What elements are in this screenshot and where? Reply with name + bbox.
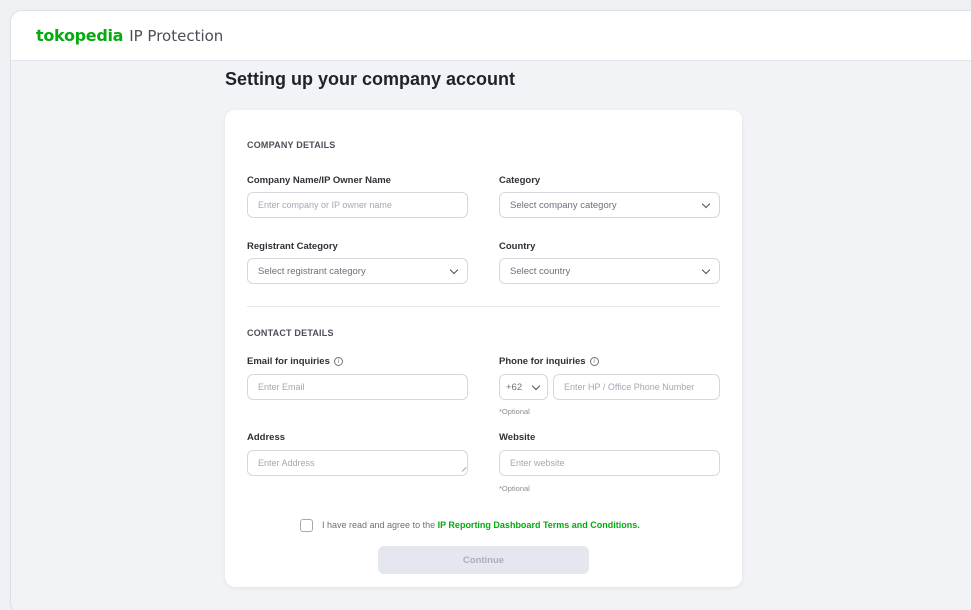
section-divider [247, 306, 720, 307]
email-input[interactable]: Enter Email [247, 374, 468, 400]
chevron-down-icon [449, 265, 459, 274]
continue-button[interactable]: Continue [378, 546, 589, 574]
website-input[interactable]: Enter website [499, 450, 720, 476]
phone-label: Phone for inquiries i [499, 356, 599, 367]
website-label: Website [499, 432, 536, 443]
chevron-down-icon [531, 381, 541, 390]
country-code-select[interactable]: +62 [499, 374, 548, 400]
address-label: Address [247, 432, 286, 443]
product-name: IP Protection [129, 26, 224, 45]
phone-input[interactable]: Enter HP / Office Phone Number [553, 374, 720, 400]
website-optional-note: *Optional [499, 484, 530, 493]
category-select[interactable]: Select company category [499, 192, 720, 218]
terms-agreement-text: I have read and agree to the IP Reportin… [322, 520, 640, 530]
category-label: Category [499, 175, 541, 186]
chevron-down-icon [701, 265, 711, 274]
terms-link[interactable]: IP Reporting Dashboard Terms and Conditi… [438, 520, 640, 530]
registrant-category-select[interactable]: Select registrant category [247, 258, 468, 284]
company-details-title: COMPANY DETAILS [247, 140, 336, 150]
info-icon[interactable]: i [589, 357, 599, 366]
page-title: Setting up your company account [225, 69, 516, 89]
phone-optional-note: *Optional [499, 407, 530, 416]
chevron-down-icon [701, 199, 711, 208]
contact-details-title: CONTACT DETAILS [247, 328, 334, 338]
top-bar: tokopedia IP Protection [11, 11, 971, 61]
company-account-form: COMPANY DETAILS Company Name/IP Owner Na… [225, 110, 742, 587]
resize-handle-icon[interactable] [458, 463, 467, 472]
company-name-input[interactable]: Enter company or IP owner name [247, 192, 468, 218]
email-label: Email for inquiries i [247, 356, 343, 367]
tokopedia-logo[interactable]: tokopedia [36, 26, 123, 45]
country-label: Country [499, 241, 536, 252]
info-icon[interactable]: i [333, 357, 343, 366]
address-textarea[interactable]: Enter Address [247, 450, 468, 476]
company-name-label: Company Name/IP Owner Name [247, 175, 391, 186]
terms-checkbox[interactable] [300, 519, 313, 532]
country-select[interactable]: Select country [499, 258, 720, 284]
registrant-category-label: Registrant Category [247, 241, 338, 252]
